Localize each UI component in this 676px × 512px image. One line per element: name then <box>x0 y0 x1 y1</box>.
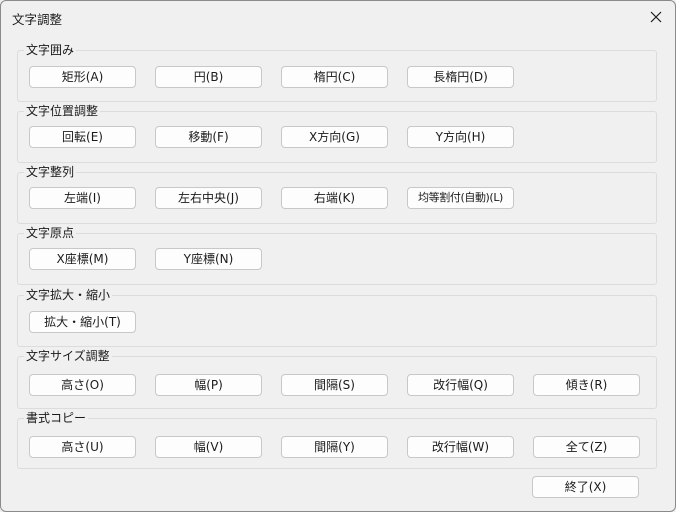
group-text-alignment: 文字整列 左端(I) 左右中央(J) 右端(K) 均等割付(自動)(L) <box>17 164 657 224</box>
height-button[interactable]: 高さ(O) <box>29 374 136 396</box>
x-direction-button[interactable]: X方向(G) <box>281 126 388 148</box>
ellipse-button[interactable]: 楕円(C) <box>281 66 388 88</box>
y-direction-button[interactable]: Y方向(H) <box>407 126 514 148</box>
group-text-origin: 文字原点 X座標(M) Y座標(N) <box>17 225 657 285</box>
spacing-button[interactable]: 間隔(S) <box>281 374 388 396</box>
window-title: 文字調整 <box>12 12 63 27</box>
title-bar: 文字調整 <box>1 1 675 33</box>
rotate-button[interactable]: 回転(E) <box>29 126 136 148</box>
copy-all-button[interactable]: 全て(Z) <box>533 436 640 458</box>
group-format-copy: 書式コピー 高さ(U) 幅(V) 間隔(Y) 改行幅(W) 全て(Z) <box>17 410 657 469</box>
copy-spacing-button[interactable]: 間隔(Y) <box>281 436 388 458</box>
close-icon <box>650 11 662 23</box>
align-right-button[interactable]: 右端(K) <box>281 187 388 209</box>
group-label: 文字囲み <box>24 42 77 58</box>
group-label: 文字拡大・縮小 <box>24 287 113 303</box>
copy-width-button[interactable]: 幅(V) <box>155 436 262 458</box>
close-button[interactable] <box>637 1 675 33</box>
copy-height-button[interactable]: 高さ(U) <box>29 436 136 458</box>
dialog-window: 文字調整 文字囲み 矩形(A) 円(B) 楕円(C) 長楕円(D) 文字位置調整… <box>0 0 676 512</box>
justify-auto-button[interactable]: 均等割付(自動)(L) <box>407 187 514 209</box>
width-button[interactable]: 幅(P) <box>155 374 262 396</box>
group-text-scale: 文字拡大・縮小 拡大・縮小(T) <box>17 287 657 347</box>
group-label: 書式コピー <box>24 410 89 426</box>
circle-button[interactable]: 円(B) <box>155 66 262 88</box>
rectangle-button[interactable]: 矩形(A) <box>29 66 136 88</box>
slant-button[interactable]: 傾き(R) <box>533 374 640 396</box>
copy-line-spacing-button[interactable]: 改行幅(W) <box>407 436 514 458</box>
group-text-size: 文字サイズ調整 高さ(O) 幅(P) 間隔(S) 改行幅(Q) 傾き(R) <box>17 348 657 409</box>
long-ellipse-button[interactable]: 長楕円(D) <box>407 66 514 88</box>
line-spacing-button[interactable]: 改行幅(Q) <box>407 374 514 396</box>
x-coordinate-button[interactable]: X座標(M) <box>29 248 136 270</box>
align-center-button[interactable]: 左右中央(J) <box>155 187 262 209</box>
move-button[interactable]: 移動(F) <box>155 126 262 148</box>
scale-button[interactable]: 拡大・縮小(T) <box>29 311 136 333</box>
y-coordinate-button[interactable]: Y座標(N) <box>155 248 262 270</box>
group-text-position: 文字位置調整 回転(E) 移動(F) X方向(G) Y方向(H) <box>17 103 657 163</box>
align-left-button[interactable]: 左端(I) <box>29 187 136 209</box>
group-label: 文字位置調整 <box>24 103 101 119</box>
group-text-enclosure: 文字囲み 矩形(A) 円(B) 楕円(C) 長楕円(D) <box>17 42 657 102</box>
group-label: 文字原点 <box>24 225 77 241</box>
group-label: 文字整列 <box>24 164 77 180</box>
group-label: 文字サイズ調整 <box>24 348 112 364</box>
exit-button[interactable]: 終了(X) <box>532 476 639 498</box>
